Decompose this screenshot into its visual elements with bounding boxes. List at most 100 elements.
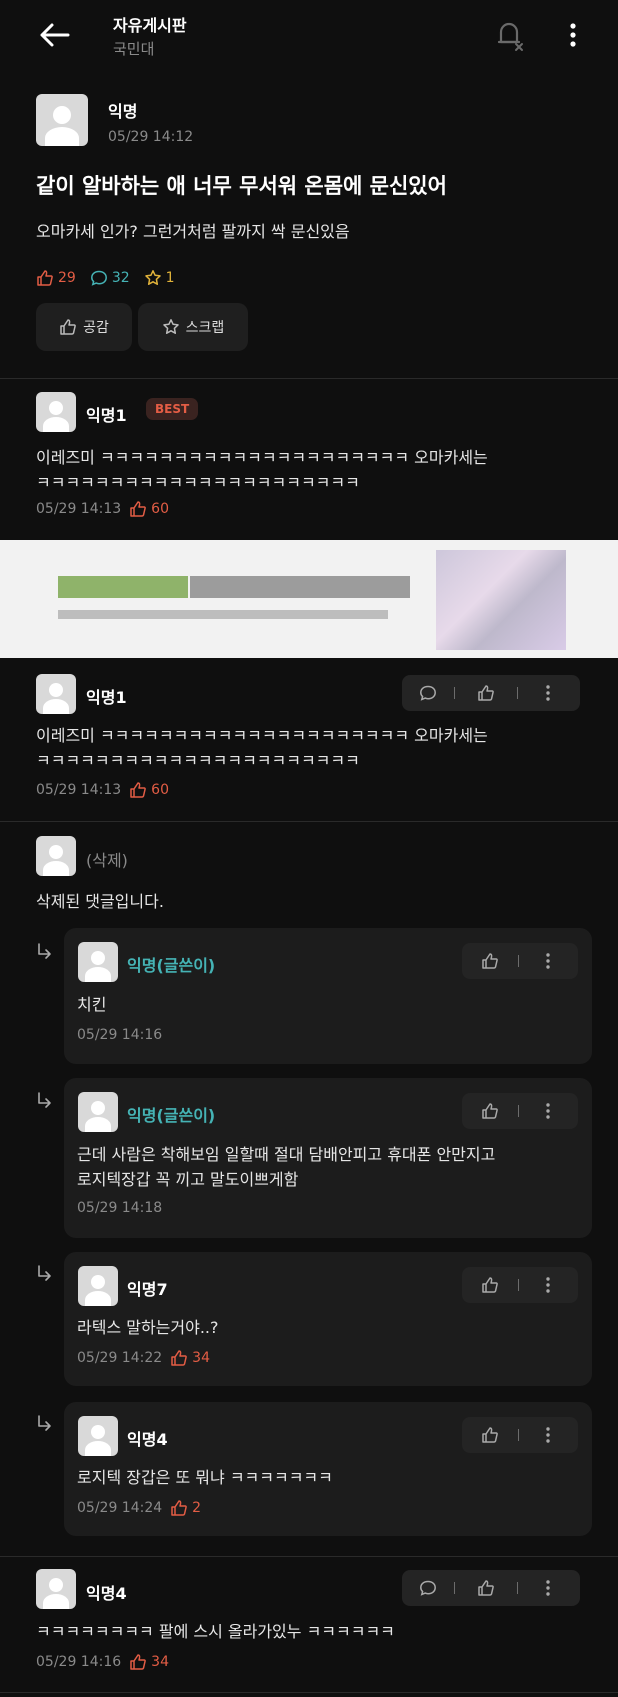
reply-more-button[interactable] [519, 1426, 577, 1444]
reply-more-button[interactable] [519, 1102, 577, 1120]
star-icon [162, 319, 179, 334]
kebab-icon [546, 1103, 550, 1119]
thumbs-up-icon [171, 1350, 188, 1366]
comment-likes: 34 [151, 1654, 169, 1670]
school-name: 국민대 [113, 40, 155, 58]
reply-author: 익명7 [127, 1280, 168, 1299]
reply-button[interactable] [402, 1579, 454, 1597]
best-comment-author: 익명1 [86, 406, 127, 425]
reply-time: 05/29 14:18 [77, 1200, 163, 1216]
comment-icon [420, 685, 436, 701]
board-title: 자유게시판 [113, 16, 187, 35]
reply-meta: 05/29 14:24 2 [77, 1499, 201, 1517]
reply-author: 익명4 [127, 1430, 168, 1449]
reply-meta: 05/29 14:22 34 [77, 1349, 210, 1367]
like-post-label: 공감 [83, 320, 109, 336]
like-post-button[interactable]: 공감 [36, 303, 132, 351]
thumbs-up-icon [478, 1580, 494, 1596]
comment-likes: 60 [151, 782, 169, 798]
like-reply-button[interactable] [462, 952, 518, 970]
post-author: 익명 [108, 102, 138, 121]
thumbs-up-icon [482, 1103, 498, 1119]
comment-avatar [36, 836, 76, 876]
bell-off-icon [497, 22, 523, 51]
comment-more-button[interactable] [518, 684, 578, 702]
reply-likes: 2 [192, 1500, 202, 1516]
post-stats: 29 32 1 [36, 267, 175, 289]
comment-meta: 05/29 14:16 34 [36, 1653, 169, 1671]
comment-author: 익명4 [86, 1584, 127, 1603]
kebab-icon [546, 953, 550, 969]
reply-more-button[interactable] [519, 952, 577, 970]
best-comment-likes: 60 [151, 501, 169, 517]
like-comment-button[interactable] [455, 684, 517, 702]
more-menu-button[interactable] [566, 20, 580, 50]
thumbs-up-icon [130, 782, 147, 798]
thumbs-up-icon [482, 1427, 498, 1443]
comment-time: 05/29 14:13 [36, 782, 122, 798]
best-badge: BEST [146, 398, 199, 420]
ad-logo-block [190, 576, 410, 598]
notification-off-button[interactable] [492, 16, 526, 54]
reply-likes: 34 [192, 1350, 210, 1366]
reply-button[interactable] [402, 684, 454, 702]
post-like-count: 29 [58, 270, 76, 286]
deleted-author: (삭제) [86, 851, 128, 870]
comment-avatar [36, 392, 76, 432]
kebab-icon [546, 685, 550, 701]
thumbs-up-icon [171, 1500, 188, 1516]
comment-more-button[interactable] [518, 1579, 578, 1597]
reply-author: 익명(글쓴이) [127, 956, 216, 975]
comment-avatar [36, 674, 76, 714]
like-comment-button[interactable] [455, 1579, 517, 1597]
reply-time: 05/29 14:16 [77, 1027, 163, 1043]
comment-avatar [36, 1569, 76, 1609]
reply-arrow-icon [38, 1415, 51, 1431]
thumbs-up-icon [130, 501, 147, 517]
post-time: 05/29 14:12 [108, 129, 194, 145]
reply-action-bar [462, 943, 578, 979]
comment-icon [90, 270, 107, 286]
star-icon [144, 270, 161, 285]
reply-arrow-icon [38, 1265, 51, 1281]
comment-text: ㅋㅋㅋㅋㅋㅋㅋㅋ 팔에 스시 올라가있누 ㅋㅋㅋㅋㅋㅋ [36, 1622, 395, 1641]
thumbs-up-icon [37, 270, 53, 286]
reply-avatar [78, 1266, 118, 1306]
back-button[interactable] [36, 18, 76, 52]
like-reply-button[interactable] [462, 1276, 518, 1294]
reply-avatar [78, 942, 118, 982]
reply-card: 익명(글쓴이) 근데 사람은 착해보임 일할때 절대 담배안피고 휴대폰 안만지… [64, 1078, 592, 1238]
kebab-icon [546, 1580, 550, 1596]
reply-action-bar [462, 1267, 578, 1303]
post-body: 오마카세 인가? 그런거처럼 팔까지 싹 문신있음 [36, 222, 350, 241]
reply-text: 라텍스 말하는거야..? [77, 1318, 219, 1337]
ad-image-block [436, 550, 566, 650]
like-reply-button[interactable] [462, 1426, 518, 1444]
reply-arrow-icon [38, 943, 51, 959]
post-author-avatar [36, 94, 88, 146]
ad-banner[interactable] [0, 540, 618, 658]
reply-text: 로지텍 장갑은 또 뭐냐 ㅋㅋㅋㅋㅋㅋㅋ [77, 1468, 333, 1487]
post-comment-count: 32 [111, 270, 130, 286]
thumbs-up-icon [130, 1654, 147, 1670]
scrap-post-button[interactable]: 스크랩 [138, 303, 248, 351]
best-comment-time: 05/29 14:13 [36, 501, 122, 517]
comment-line1: 이레즈미 ㅋㅋㅋㅋㅋㅋㅋㅋㅋㅋㅋㅋㅋㅋㅋㅋㅋㅋㅋㅋㅋ 오마카세는 [36, 726, 488, 745]
reply-more-button[interactable] [519, 1276, 577, 1294]
thumbs-up-icon [60, 319, 76, 335]
reply-arrow-icon [38, 1092, 51, 1108]
reply-avatar [78, 1092, 118, 1132]
post-scrap-count: 1 [165, 270, 175, 286]
comment-meta: 05/29 14:13 60 [36, 781, 169, 799]
like-reply-button[interactable] [462, 1102, 518, 1120]
thumbs-up-icon [478, 685, 494, 701]
reply-time: 05/29 14:22 [77, 1350, 163, 1366]
reply-card: 익명(글쓴이) 치킨 05/29 14:16 [64, 928, 592, 1064]
divider [0, 378, 618, 379]
kebab-icon [570, 23, 576, 47]
deleted-text: 삭제된 댓글입니다. [36, 892, 164, 911]
post-title: 같이 알바하는 애 너무 무서워 온몸에 문신있어 [36, 174, 447, 198]
reply-text-line2: 로지텍장갑 꼭 끼고 말도이쁘게함 [77, 1170, 299, 1189]
comment-time: 05/29 14:16 [36, 1654, 122, 1670]
divider [0, 1692, 618, 1693]
